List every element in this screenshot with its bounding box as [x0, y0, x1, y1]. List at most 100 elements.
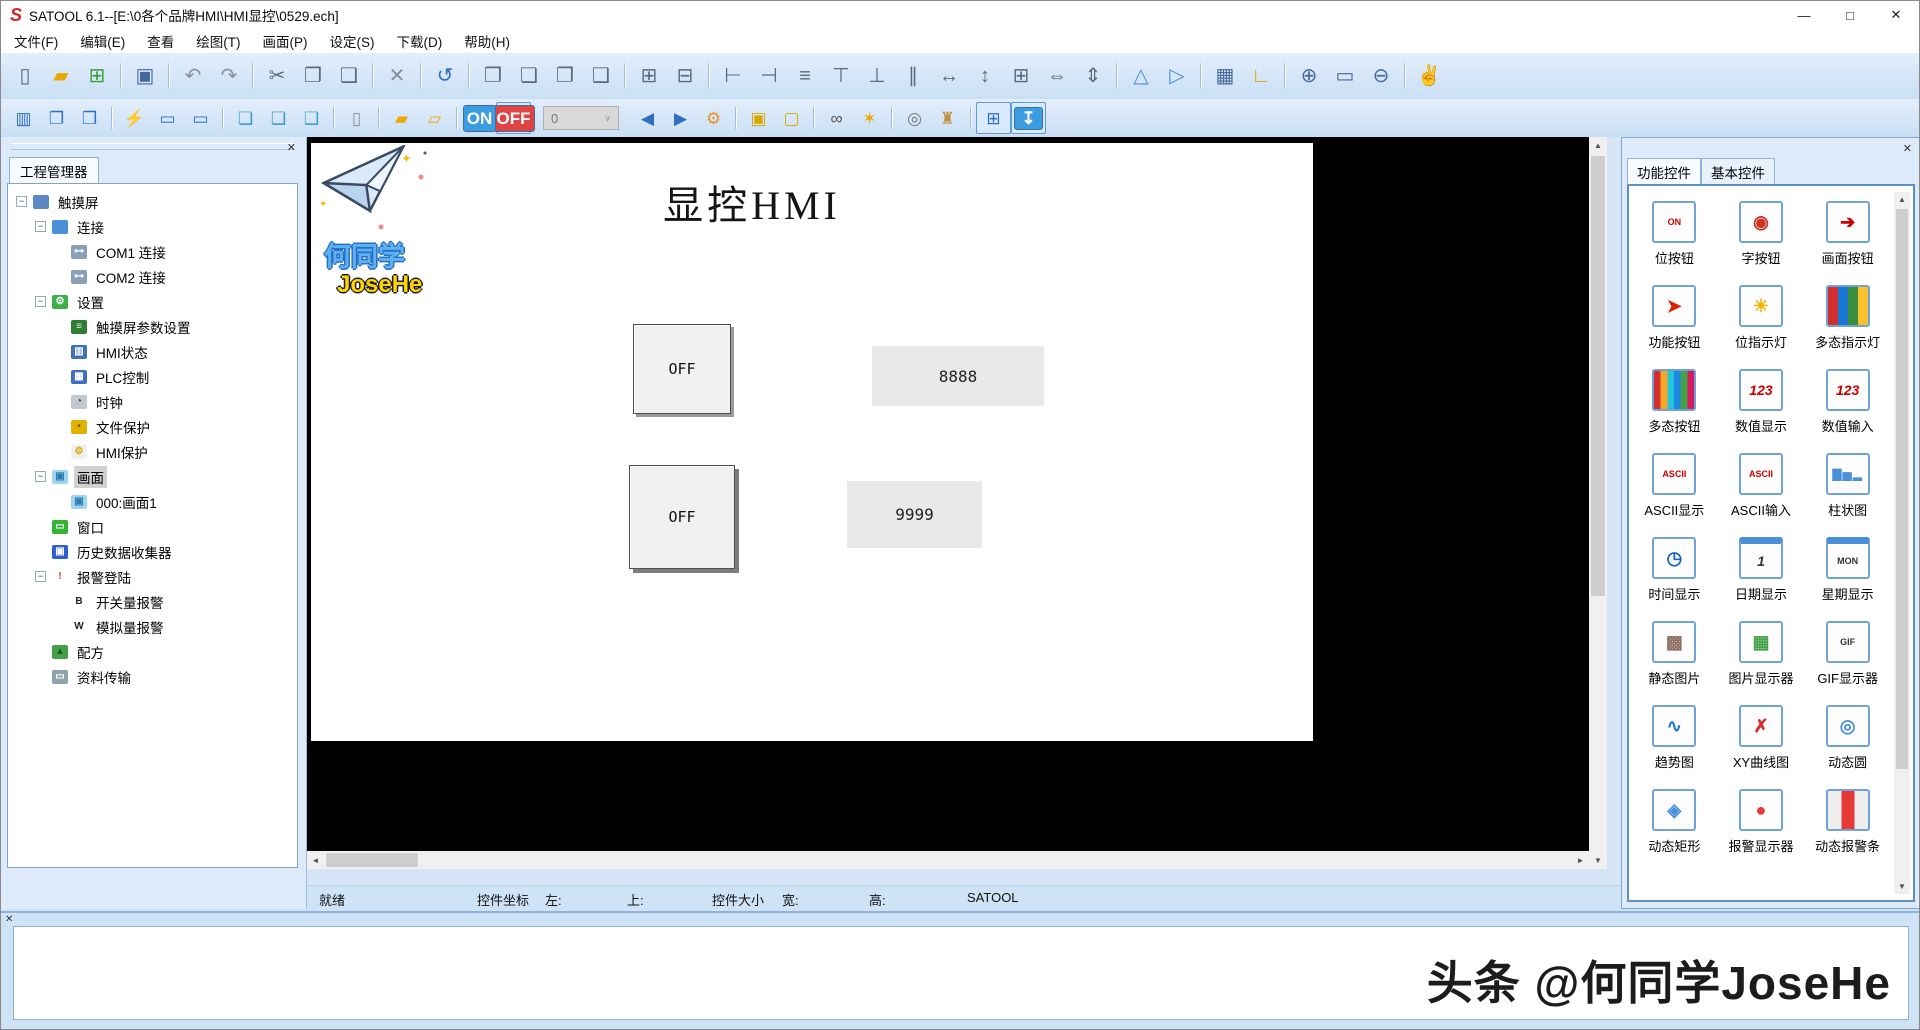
same-size-icon[interactable]: ⊞ — [1003, 59, 1039, 93]
horizontal-scroll-thumb[interactable] — [326, 853, 418, 867]
event-calendar-icon[interactable]: ✶ — [853, 103, 886, 133]
close-icon[interactable]: ✕ — [5, 914, 13, 925]
control-dynamic-rect[interactable]: ◈ 动态矩形 — [1631, 780, 1718, 864]
group-icon[interactable]: ⊞ — [631, 59, 667, 93]
bring-forward-icon[interactable]: ❐ — [547, 59, 583, 93]
control-ascii-input[interactable]: ASCII ASCII输入 — [1718, 444, 1805, 528]
vertical-scroll-thumb[interactable] — [1591, 156, 1605, 596]
control-bit-button[interactable]: ON 位按钮 — [1631, 192, 1718, 276]
canvas-vertical-scrollbar[interactable]: ▲ ▼ — [1589, 137, 1607, 869]
close-icon[interactable]: ✕ — [287, 141, 296, 154]
flip-horizontal-icon[interactable]: ▷ — [1159, 59, 1195, 93]
close-button[interactable]: ✕ — [1873, 1, 1919, 29]
design-viewport[interactable]: 显控HMI ✦ ✦ 何同学 JoseHe — [307, 137, 1589, 851]
space-evenly-h-icon[interactable]: ⇔ — [1039, 59, 1075, 93]
control-time-display[interactable]: ◷ 时间显示 — [1631, 528, 1718, 612]
paste-icon[interactable]: ❑ — [331, 59, 367, 93]
same-width-icon[interactable]: ↔ — [931, 59, 967, 93]
align-top-icon[interactable]: ⊤ — [823, 59, 859, 93]
tree-item-touchscreen[interactable]: − 触摸屏 — [8, 189, 297, 214]
open-project-folder-icon[interactable]: ▰ — [385, 103, 418, 133]
align-hcenter-icon[interactable]: ∥ — [895, 59, 931, 93]
add-page-icon[interactable]: ⊞ — [79, 59, 115, 93]
control-alarm-bar[interactable]: 动态报警条 — [1804, 780, 1891, 864]
tree-item-param-settings[interactable]: ≡ 触摸屏参数设置 — [8, 314, 297, 339]
screen-prop-2-icon[interactable]: ▭ — [184, 103, 217, 133]
tree-expander-icon[interactable]: − — [35, 471, 46, 482]
tree-item-connection[interactable]: − 连接 — [8, 214, 297, 239]
tree-expander-icon[interactable]: − — [35, 221, 46, 232]
control-function-button[interactable]: ➤ 功能按钮 — [1631, 276, 1718, 360]
align-right-icon[interactable]: ⊣ — [751, 59, 787, 93]
menu-edit[interactable]: 编辑(E) — [69, 31, 136, 51]
delete-icon[interactable]: ✕ — [379, 59, 415, 93]
tree-expander-icon[interactable]: − — [35, 571, 46, 582]
hmi-bit-button-1[interactable]: OFF — [633, 324, 731, 414]
bring-to-front-icon[interactable]: ❒ — [475, 59, 511, 93]
canvas-horizontal-scrollbar[interactable]: ◄ ► — [307, 851, 1589, 869]
ungroup-icon[interactable]: ⊟ — [667, 59, 703, 93]
show-grid-icon[interactable]: ▦ — [1207, 59, 1243, 93]
hmi-numeric-display-1[interactable]: 8888 — [872, 346, 1044, 406]
control-xy-curve[interactable]: ✗ XY曲线图 — [1718, 696, 1805, 780]
tab-basic-controls[interactable]: 基本控件 — [1701, 158, 1775, 184]
screen-config-icon[interactable]: ▥ — [7, 103, 40, 133]
control-static-picture[interactable]: ▩ 静态图片 — [1631, 612, 1718, 696]
prev-window-icon[interactable]: ◀ — [631, 103, 664, 133]
tree-item-window[interactable]: ▭ 窗口 — [8, 514, 297, 539]
on-state-icon[interactable]: ON — [463, 103, 496, 133]
tree-item-alarm-login[interactable]: − ! 报警登陆 — [8, 564, 297, 589]
tree-expander-icon[interactable]: − — [16, 196, 27, 207]
control-date-display[interactable]: 1 日期显示 — [1718, 528, 1805, 612]
stamp-icon[interactable]: ♜ — [931, 103, 964, 133]
controls-scrollbar[interactable]: ▲ ▼ — [1894, 192, 1910, 894]
control-bar-graph[interactable]: ▇▅▂ 柱状图 — [1804, 444, 1891, 528]
hmi-screen-page[interactable]: 显控HMI ✦ ✦ 何同学 JoseHe — [311, 143, 1313, 741]
align-bottom-icon[interactable]: ⊥ — [859, 59, 895, 93]
page-properties-icon[interactable]: ▯ — [340, 103, 373, 133]
hmi-numeric-display-2[interactable]: 9999 — [847, 481, 982, 548]
tree-item-digital-alarm[interactable]: B 开关量报警 — [8, 589, 297, 614]
cut-icon[interactable]: ✂ — [259, 59, 295, 93]
redo-icon[interactable]: ↷ — [211, 59, 247, 93]
zoom-fit-icon[interactable]: ▭ — [1327, 59, 1363, 93]
unlock-icon[interactable]: ▢ — [775, 103, 808, 133]
scroll-down-icon[interactable]: ▼ — [1589, 852, 1607, 869]
project-manager-tab[interactable]: 工程管理器 — [9, 157, 99, 183]
tree-item-hmi-status[interactable]: ▥ HMI状态 — [8, 339, 297, 364]
hmi-bit-button-2[interactable]: OFF — [629, 465, 735, 569]
scroll-right-icon[interactable]: ► — [1572, 851, 1589, 869]
copy-icon[interactable]: ❐ — [295, 59, 331, 93]
find-binoculars-icon[interactable]: ∞ — [820, 103, 853, 133]
control-numeric-input[interactable]: 123 数值输入 — [1804, 360, 1891, 444]
tree-item-file-protect[interactable]: ▪ 文件保护 — [8, 414, 297, 439]
control-alarm-display[interactable]: ● 报警显示器 — [1718, 780, 1805, 864]
space-evenly-v-icon[interactable]: ⇕ — [1075, 59, 1111, 93]
control-multi-lamp[interactable]: 多态指示灯 — [1804, 276, 1891, 360]
tree-item-clock[interactable]: ◔ 时钟 — [8, 389, 297, 414]
tree-item-data-transfer[interactable]: ▭ 资料传输 — [8, 664, 297, 689]
undo-icon[interactable]: ↶ — [175, 59, 211, 93]
import-screen-2-icon[interactable]: ❏ — [262, 103, 295, 133]
scroll-down-icon[interactable]: ▼ — [1894, 879, 1910, 894]
import-screen-1-icon[interactable]: ❏ — [229, 103, 262, 133]
refresh-icon[interactable]: ↺ — [427, 59, 463, 93]
same-height-icon[interactable]: ↕ — [967, 59, 1003, 93]
tree-item-plc-control[interactable]: ▦ PLC控制 — [8, 364, 297, 389]
tree-item-screen-000[interactable]: ▣ 000:画面1 — [8, 489, 297, 514]
control-picture-viewer[interactable]: ▦ 图片显示器 — [1718, 612, 1805, 696]
align-vcenter-icon[interactable]: ≡ — [787, 59, 823, 93]
menu-view[interactable]: 查看 — [136, 31, 185, 51]
table-view-icon[interactable]: ⊞ — [976, 102, 1011, 134]
import-screen-3-icon[interactable]: ❏ — [295, 103, 328, 133]
maximize-button[interactable]: □ — [1827, 1, 1873, 29]
copy-screen-1-icon[interactable]: ❐ — [40, 103, 73, 133]
send-backward-icon[interactable]: ❑ — [583, 59, 619, 93]
search-macro-icon[interactable]: ◎ — [898, 103, 931, 133]
off-state-icon[interactable]: OFF — [496, 102, 531, 134]
hmi-page-title[interactable]: 显控HMI — [311, 173, 1193, 231]
menu-screen[interactable]: 画面(P) — [252, 31, 319, 51]
scroll-up-icon[interactable]: ▲ — [1589, 137, 1607, 154]
tree-item-history-data[interactable]: ▣ 历史数据收集器 — [8, 539, 297, 564]
control-word-button[interactable]: ◉ 字按钮 — [1718, 192, 1805, 276]
